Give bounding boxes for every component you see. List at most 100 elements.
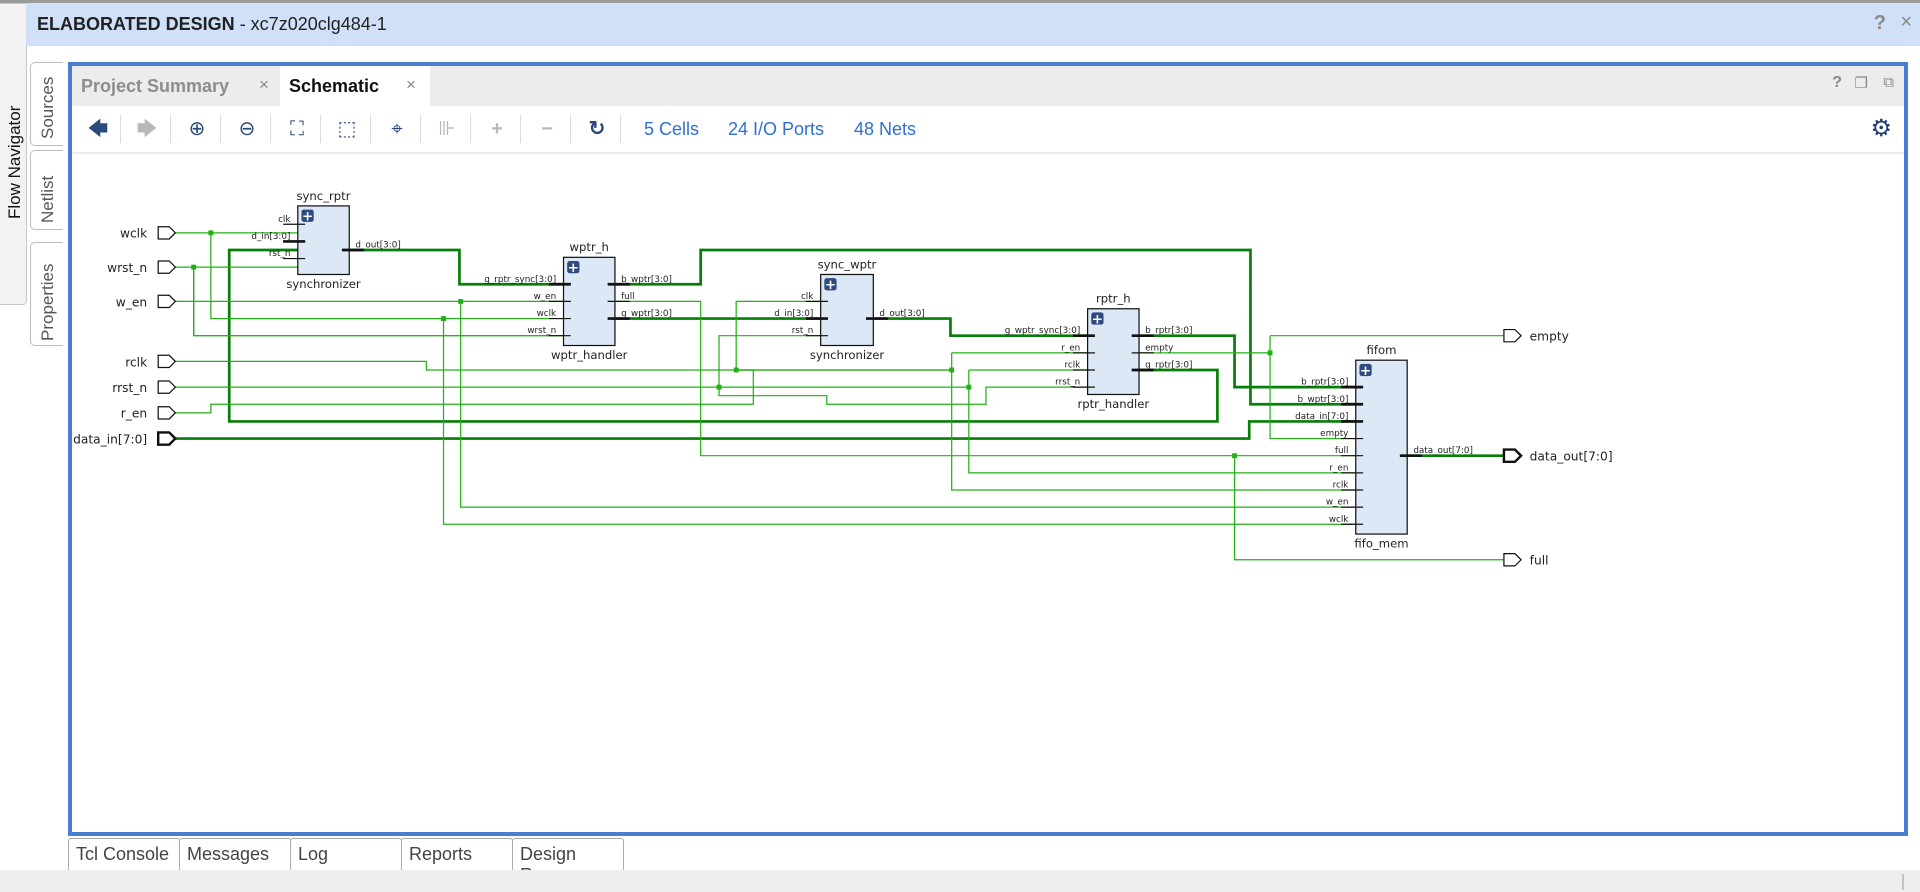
zoom-out-icon[interactable]: ⊖ [234,116,260,142]
expand-glyph: + [568,261,579,276]
window-title: ELABORATED DESIGN - xc7z020clg484-1 [37,14,387,35]
expand-icon[interactable]: + [1359,363,1372,379]
port-glyph [157,354,177,369]
pin-label: d_out[3:0] [879,309,924,319]
help-icon[interactable]: ? [1874,12,1886,35]
net-b-wptr[interactable] [616,248,1356,406]
resize-grip[interactable] [1902,874,1904,890]
input-port[interactable]: r_en [121,406,177,421]
output-ports: empty data_out[7:0]full [1502,328,1613,568]
flow-navigator-label[interactable]: Flow Navigator [5,106,25,219]
junction [1267,350,1273,356]
pin-label: clk [801,292,814,302]
net-data-in[interactable] [174,420,1356,440]
junction [966,384,972,390]
divider [520,115,521,143]
divider [270,115,271,143]
close-icon[interactable]: × [406,75,416,95]
port-label: data_out[7:0] [1530,450,1613,464]
help-icon[interactable]: ? [1832,74,1842,92]
input-port[interactable]: wclk [120,226,177,241]
cell-icon[interactable]: ⊪ [434,116,460,142]
cell-module-name: synchronizer [286,277,361,291]
nets-count-link[interactable]: 48 Nets [854,119,916,140]
schematic-diagram: wclkwrst_nw_enrclkrrst_nr_endata_in[7:0]… [73,189,1612,568]
pin-label: rst_n [792,326,814,336]
io-ports-count-link[interactable]: 24 I/O Ports [728,119,824,140]
cell-instance-name: rptr_h [1096,292,1131,306]
tab-reports[interactable]: Reports [401,838,513,871]
toolbar: 🡄 🡆 ⊕ ⊖ ⛶ ⬚ ⌖ ⊪ + − ↻ 5 Cells 24 I/O Por… [72,106,1904,154]
side-tab-properties[interactable]: Properties [30,242,63,346]
cell-sync-wptr[interactable]: sync_wptr + synchronizer clk d_in[3:0] rst_n d… [774,257,925,362]
close-icon[interactable]: × [259,75,269,95]
side-tab-sources[interactable]: Sources [30,62,63,146]
tab-label: Reports [409,844,473,864]
input-port[interactable]: rrst_n [112,380,177,395]
output-port[interactable]: data_out[7:0] [1502,448,1613,464]
cell-module-name: wptr_handler [551,348,628,362]
port-label: empty [1530,330,1569,344]
tab-label: Messages [187,844,270,864]
pin-label: w_en [1326,498,1349,508]
tab-messages[interactable]: Messages [179,838,291,871]
input-port[interactable]: data_in[7:0] [73,431,178,446]
divider [470,115,471,143]
back-icon[interactable]: 🡄 [85,116,111,142]
pin-label: full [1335,446,1349,456]
reload-icon[interactable]: ↻ [584,116,610,142]
cell-rptr-h[interactable]: rptr_h + rptr_handler g_wptr_sync[3:0] r_enr… [1005,292,1193,411]
float-icon[interactable]: ⧉ [1883,74,1894,91]
pin-label: data_out[7:0] [1413,446,1473,456]
flow-navigator-strip[interactable]: Flow Navigator [0,3,27,305]
divider [370,115,371,143]
restore-icon[interactable]: ❐ [1855,74,1868,92]
cell-module-name: synchronizer [810,348,885,362]
output-port[interactable]: empty [1503,328,1569,344]
port-label: r_en [121,407,147,421]
expand-icon[interactable]: + [567,261,580,276]
schematic-panel: Project Summary × Schematic × ? ❐ ⧉ 🡄 🡆 … [68,62,1908,836]
cell-box[interactable] [1355,359,1408,535]
cells-count-link[interactable]: 5 Cells [644,119,699,140]
pin-label: g_rptr[3:0] [1145,361,1192,371]
expand-icon[interactable]: + [301,209,314,225]
side-tab-netlist[interactable]: Netlist [30,150,63,230]
tab-project-summary[interactable]: Project Summary × [72,66,276,106]
expand-icon[interactable]: + [484,116,510,142]
cell-fifom[interactable]: fifom + fifo_mem b_rptr[3:0] b_wptr[3:0]data… [1295,343,1473,550]
tab-schematic[interactable]: Schematic × [280,66,430,106]
divider [320,115,321,143]
cell-instance-name: fifom [1367,343,1397,357]
tab-bar: Project Summary × Schematic × ? ❐ ⧉ [72,66,1904,106]
schematic-canvas[interactable]: wclkwrst_nw_enrclkrrst_nr_endata_in[7:0]… [72,154,1904,832]
zoom-area-icon[interactable]: ⬚ [334,116,360,142]
pin-label: rrst_n [1055,378,1080,388]
output-port[interactable]: full [1503,553,1549,568]
tab-design-runs[interactable]: Design Runs [512,838,624,885]
input-port[interactable]: wrst_n [107,260,177,275]
divider [570,115,571,143]
tab-log[interactable]: Log [290,838,402,871]
tab-tcl-console[interactable]: Tcl Console [68,838,180,871]
gear-icon[interactable]: ⚙ [1870,114,1892,143]
collapse-icon[interactable]: − [534,116,560,142]
title-part: - xc7z020clg484-1 [234,14,387,34]
zoom-in-icon[interactable]: ⊕ [184,116,210,142]
forward-icon[interactable]: 🡆 [134,116,160,142]
pin-label: rst_n [269,249,291,259]
port-glyph [157,406,177,420]
pin-label: full [621,292,635,302]
expand-icon[interactable]: + [824,278,837,293]
crosshair-icon[interactable]: ⌖ [384,116,410,142]
input-port[interactable]: rclk [125,354,177,369]
cell-sync-rptr[interactable]: sync_rptr + synchronizer clk d_in[3:0] rst_n d… [251,189,400,291]
port-glyph [1502,448,1523,464]
close-icon[interactable]: × [1900,11,1912,34]
zoom-fit-icon[interactable]: ⛶ [284,116,310,142]
input-port[interactable]: w_en [116,294,177,309]
pin-label: b_rptr[3:0] [1145,326,1192,336]
pin-label: b_wptr[3:0] [1298,395,1349,405]
junction [458,298,464,304]
expand-icon[interactable]: + [1091,312,1104,327]
